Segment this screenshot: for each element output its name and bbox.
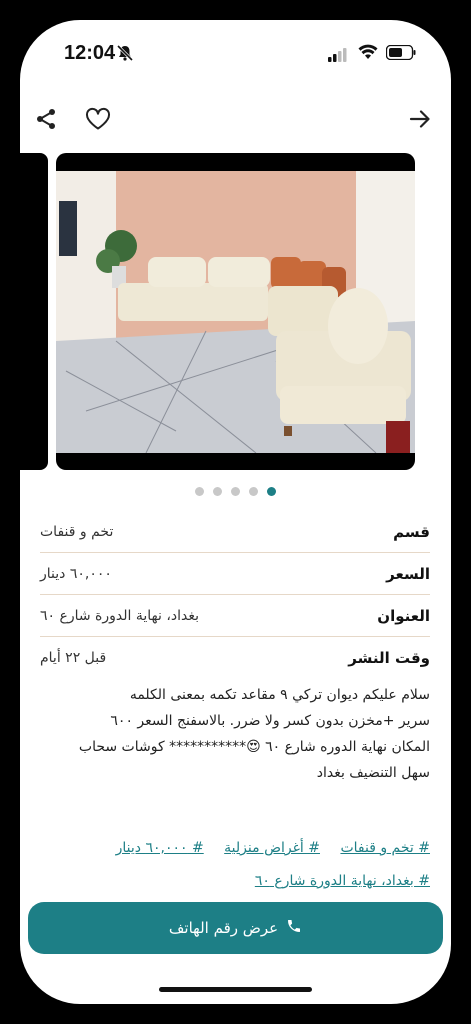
silent-bell-icon xyxy=(116,44,134,66)
phone-screen: 12:04 قسم تخم و قنفات السعر ٦٠,٠٠٠ دينار… xyxy=(20,20,451,1004)
price-row: السعر ٦٠,٠٠٠ دينار xyxy=(40,553,430,595)
tags-line-1: # تخم و قنفات # أغراض منزلية # ٦٠,٠٠٠ دي… xyxy=(40,840,430,856)
battery-icon xyxy=(385,44,416,64)
tag-link-household[interactable]: # أغراض منزلية xyxy=(224,840,320,856)
phone-icon xyxy=(286,918,302,938)
description-line: سهل التنضيف بغداد xyxy=(316,765,430,781)
tags-line-2: # بغداد، نهاية الدورة شارع ٦٠ xyxy=(40,873,430,889)
address-row: العنوان بغداد، نهاية الدورة شارع ٦٠ xyxy=(40,595,430,637)
description-line: سلام عليكم ديوان تركي ٩ مقاعد تكمه بمعنى… xyxy=(129,687,430,703)
address-value: بغداد، نهاية الدورة شارع ٦٠ xyxy=(40,607,199,624)
price-value: ٦٠,٠٠٠ دينار xyxy=(40,565,112,582)
gallery-dot[interactable] xyxy=(267,487,276,496)
post-time-label: وقت النشر xyxy=(348,648,430,667)
gallery-dot[interactable] xyxy=(231,487,240,496)
description-line: المكان نهاية الدوره شارع ٦٠ 😍***********… xyxy=(78,739,430,755)
description-line: سرير +مخزن بدون كسر ولا ضرر. بالاسفنج ال… xyxy=(110,713,430,729)
gallery-dot[interactable] xyxy=(213,487,222,496)
favorite-button[interactable] xyxy=(83,106,113,136)
heart-icon xyxy=(85,107,111,135)
address-label: العنوان xyxy=(377,606,430,625)
status-bar: 12:04 xyxy=(20,20,451,80)
show-phone-button[interactable]: عرض رقم الهاتف xyxy=(28,902,443,954)
tag-link-category[interactable]: # تخم و قنفات xyxy=(340,840,430,856)
listing-photo[interactable] xyxy=(56,153,415,470)
post-time-value: قبل ٢٢ أيام xyxy=(40,649,107,666)
wifi-icon xyxy=(358,44,378,64)
gallery-pagination xyxy=(195,487,276,496)
price-label: السعر xyxy=(386,564,430,583)
tag-link-price[interactable]: # ٦٠,٠٠٠ دينار xyxy=(116,840,204,856)
previous-image-peek[interactable] xyxy=(20,153,48,470)
show-phone-label: عرض رقم الهاتف xyxy=(168,919,279,937)
home-indicator[interactable] xyxy=(159,987,312,992)
post-time-row: وقت النشر قبل ٢٢ أيام xyxy=(40,637,430,678)
share-button[interactable] xyxy=(31,106,61,136)
cellular-signal-icon xyxy=(328,47,348,66)
status-time: 12:04 xyxy=(64,42,116,64)
category-label: قسم xyxy=(393,522,430,541)
listing-description: سلام عليكم ديوان تركي ٩ مقاعد تكمه بمعنى… xyxy=(40,682,430,786)
gallery-dot[interactable] xyxy=(249,487,258,496)
back-arrow-icon xyxy=(409,108,431,134)
category-value: تخم و قنفات xyxy=(40,523,114,540)
back-button[interactable] xyxy=(405,106,435,136)
sofa-image xyxy=(56,171,415,453)
category-row: قسم تخم و قنفات xyxy=(40,511,430,553)
tag-link-address[interactable]: # بغداد، نهاية الدورة شارع ٦٠ xyxy=(255,873,430,889)
share-icon xyxy=(34,107,58,135)
gallery-dot[interactable] xyxy=(195,487,204,496)
